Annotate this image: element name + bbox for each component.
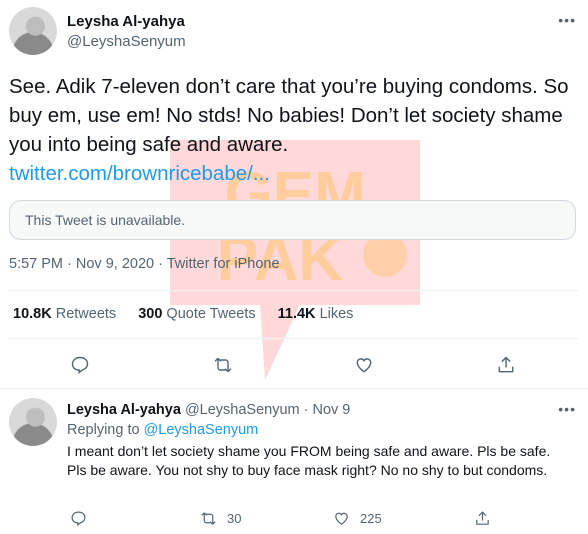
reply-header: Leysha Al-yahya @LeyshaSenyum · Nov 9 (67, 402, 350, 418)
unavailable-text: This Tweet is unavailable. (25, 212, 186, 228)
replying-to: Replying to @LeyshaSenyum (67, 422, 258, 438)
divider (9, 290, 579, 291)
likes-label: Likes (319, 306, 354, 322)
author-name[interactable]: Leysha Al-yahya (67, 13, 185, 30)
retweets-label: Retweets (55, 306, 117, 322)
reply-share-button[interactable] (474, 510, 491, 527)
tweet-actions (0, 355, 588, 377)
author-handle[interactable]: @LeyshaSenyum (67, 33, 186, 50)
quotes-stat[interactable]: 300 Quote Tweets (138, 306, 255, 322)
retweet-count: 30 (227, 511, 242, 526)
reply-text: I meant don’t let society shame you FROM… (67, 443, 551, 478)
retweets-stat[interactable]: 10.8K Retweets (13, 306, 116, 322)
reply-retweet-button[interactable]: 30 (200, 510, 241, 527)
reply-more-options-icon[interactable]: ••• (558, 401, 576, 417)
tweet-link[interactable]: twitter.com/brownricebabe/... (9, 159, 579, 188)
like-count: 225 (360, 511, 382, 526)
retweet-icon[interactable] (213, 355, 233, 375)
like-icon[interactable] (354, 355, 374, 375)
reply-author-name[interactable]: Leysha Al-yahya (67, 402, 181, 418)
quotes-count: 300 (138, 306, 163, 322)
divider (9, 338, 579, 339)
quoted-tweet-unavailable: This Tweet is unavailable. (9, 200, 576, 240)
divider (0, 388, 588, 389)
reply-handle-date[interactable]: @LeyshaSenyum · Nov 9 (185, 402, 350, 418)
tweet-body: See. Adik 7-eleven don’t care that you’r… (9, 75, 569, 156)
replying-handle-link[interactable]: @LeyshaSenyum (144, 422, 259, 438)
quotes-label: Quote Tweets (166, 306, 256, 322)
tweet-text: See. Adik 7-eleven don’t care that you’r… (9, 72, 579, 188)
avatar[interactable] (9, 7, 57, 55)
retweets-count: 10.8K (13, 306, 52, 322)
reply-icon[interactable] (70, 355, 90, 375)
tweet-stats: 10.8K Retweets 300 Quote Tweets 11.4K Li… (13, 306, 353, 322)
likes-stat[interactable]: 11.4K Likes (278, 306, 354, 322)
tweet-timestamp[interactable]: 5:57 PM · Nov 9, 2020 · Twitter for iPho… (9, 256, 280, 272)
reply-actions: 30 225 (0, 510, 588, 530)
reply-reply-button[interactable] (70, 510, 87, 527)
share-icon[interactable] (496, 355, 516, 375)
like-icon (335, 512, 348, 525)
share-icon (476, 511, 489, 525)
more-options-icon[interactable]: ••• (558, 12, 576, 28)
retweet-icon (201, 512, 216, 525)
reply-icon (71, 511, 86, 527)
replying-prefix: Replying to (67, 422, 140, 438)
reply-like-button[interactable]: 225 (333, 510, 382, 527)
reply-avatar[interactable] (9, 398, 57, 446)
likes-count: 11.4K (277, 306, 316, 322)
